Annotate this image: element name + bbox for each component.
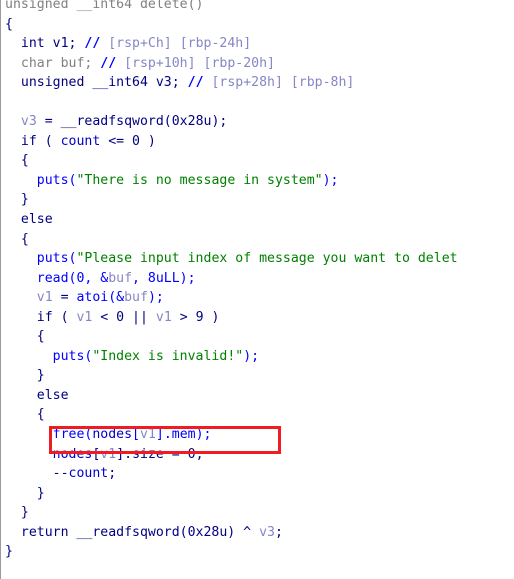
code-token: v1 (5, 290, 53, 306)
code-token: = (36, 114, 61, 130)
code-token: buf (108, 270, 133, 286)
code-token: v1 (155, 309, 172, 325)
code-token: "Please input index of message you want … (76, 251, 458, 267)
code-token: < 0 || (92, 309, 156, 325)
code-token: { (5, 153, 29, 169)
code-token: v1 (140, 427, 156, 443)
pseudocode-view[interactable]: unsigned __int64 delete(){ int v1; // [r… (0, 0, 514, 579)
code-line[interactable]: puts("Index is invalid!"); (1, 347, 514, 367)
code-token: } (5, 368, 45, 384)
code-line[interactable]: read(0, &buf, 8uLL); (1, 269, 514, 289)
code-line[interactable]: int v1; // [rsp+Ch] [rbp-24h] (1, 34, 514, 54)
code-token: = (52, 290, 77, 306)
code-token: <= 0 ) (100, 133, 156, 149)
code-token: ); (147, 290, 164, 306)
code-line[interactable]: } (1, 503, 514, 523)
code-token: puts( (5, 172, 77, 188)
code-token: } (5, 192, 29, 208)
code-token: char buf; (5, 55, 101, 71)
code-token: [rsp+10h] [rbp-20h] (124, 55, 275, 71)
code-line[interactable]: nodes[v1].size = 0; (1, 445, 514, 465)
code-line[interactable]: v1 = atoi(&buf); (1, 288, 514, 308)
code-token: return __readfsqword(0x28u) ^ (5, 524, 260, 540)
code-token: ].mem); (155, 427, 212, 443)
code-token: unsigned __int64 v3; (5, 75, 188, 91)
code-token: unsigned __int64 delete() (5, 0, 204, 12)
code-line[interactable]: return __readfsqword(0x28u) ^ v3; (1, 523, 514, 543)
code-token: ); (322, 172, 339, 188)
code-token: [ (132, 427, 140, 443)
code-token: free( (5, 427, 93, 443)
code-line[interactable]: { (1, 327, 514, 347)
code-token: puts( (5, 348, 93, 364)
code-token: // (100, 55, 125, 71)
code-line[interactable]: } (1, 542, 514, 562)
code-token: if ( (5, 133, 61, 149)
code-token: if ( (5, 309, 77, 325)
code-token: read(0, & (5, 270, 109, 286)
code-token: } (5, 505, 29, 521)
code-line[interactable]: puts("There is no message in system"); (1, 171, 514, 191)
code-line[interactable]: } (1, 484, 514, 504)
code-token: __readfsqword(0x28u); (60, 114, 228, 130)
code-token: > 9 ) (171, 309, 220, 325)
code-token: } (5, 485, 45, 501)
code-line[interactable]: if ( v1 < 0 || v1 > 9 ) (1, 308, 514, 328)
code-line[interactable]: } (1, 366, 514, 386)
code-token: ].size = 0; (116, 446, 204, 462)
code-token: ); (243, 348, 260, 364)
code-token: nodes (92, 427, 133, 443)
code-token: v3 (5, 114, 37, 130)
code-token: [rsp+28h] [rbp-8h] (211, 75, 355, 91)
code-token: { (5, 329, 45, 345)
code-line[interactable]: } (1, 190, 514, 210)
code-line[interactable]: else (1, 386, 514, 406)
code-line[interactable]: v3 = __readfsqword(0x28u); (1, 112, 514, 132)
code-line[interactable] (1, 93, 514, 113)
code-line[interactable]: { (1, 405, 514, 425)
code-line[interactable]: unsigned __int64 v3; // [rsp+28h] [rbp-8… (1, 73, 514, 93)
code-token: ; (274, 524, 283, 540)
code-line[interactable]: char buf; // [rsp+10h] [rbp-20h] (1, 54, 514, 74)
code-line[interactable]: else (1, 210, 514, 230)
code-line[interactable]: { (1, 15, 514, 35)
code-token: { (5, 231, 29, 247)
code-token: ; (108, 466, 117, 482)
code-token: else (5, 387, 69, 403)
code-token: puts( (5, 251, 77, 267)
code-token: nodes (5, 446, 93, 462)
code-line[interactable]: { (1, 230, 514, 250)
code-token: else (5, 212, 53, 228)
code-token: count (60, 133, 101, 149)
code-token: "There is no message in system" (76, 172, 323, 188)
code-line[interactable]: if ( count <= 0 ) (1, 132, 514, 152)
code-line[interactable]: { (1, 151, 514, 171)
code-line[interactable]: --count; (1, 464, 514, 484)
code-token: // (84, 36, 109, 52)
code-token: int v1; (5, 36, 85, 52)
code-line[interactable]: unsigned __int64 delete() (1, 0, 514, 15)
code-token: buf (124, 290, 148, 306)
code-token: v1 (76, 309, 93, 325)
code-token: } (5, 544, 13, 560)
code-token: // (187, 75, 212, 91)
code-token: v3 (259, 524, 275, 540)
code-token: v1 (100, 446, 117, 462)
code-token: count (68, 466, 109, 482)
code-line[interactable]: puts("Please input index of message you … (1, 249, 514, 269)
code-token: { (5, 16, 13, 32)
code-token: "Index is invalid!" (92, 348, 244, 364)
code-line[interactable]: free(nodes[v1].mem); (1, 425, 514, 445)
code-token: , 8uLL); (132, 270, 196, 286)
code-token: { (5, 407, 45, 423)
code-listing[interactable]: unsigned __int64 delete(){ int v1; // [r… (1, 0, 514, 562)
code-token: atoi(& (76, 290, 125, 306)
code-token: -- (5, 466, 69, 482)
code-token: [rsp+Ch] [rbp-24h] (108, 36, 252, 52)
